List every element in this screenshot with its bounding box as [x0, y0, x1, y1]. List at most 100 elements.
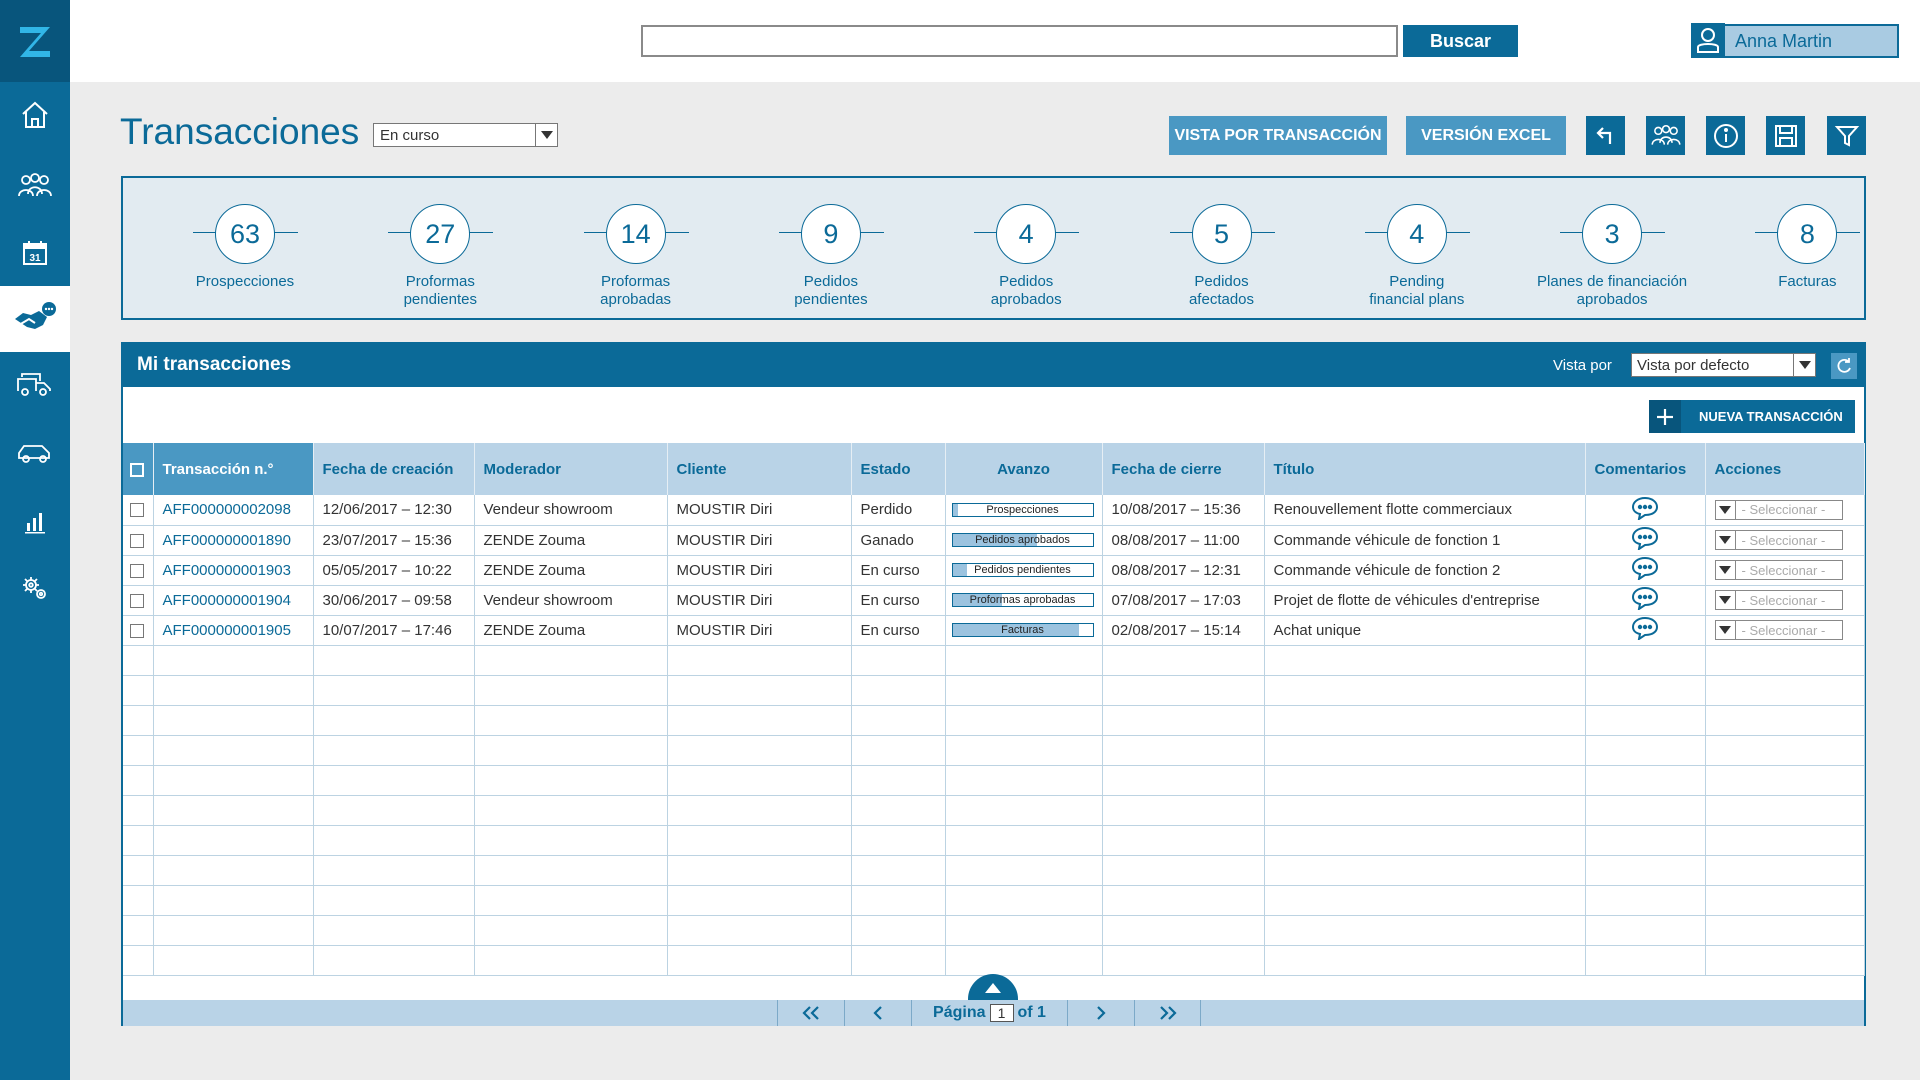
speech-bubble-icon[interactable] — [1631, 556, 1659, 582]
sidebar-item-transactions[interactable] — [0, 286, 70, 352]
column-header[interactable]: Acciones — [1705, 443, 1865, 495]
pipeline-stage[interactable]: 27 Proformas pendientes — [348, 178, 542, 318]
info-button[interactable] — [1706, 116, 1745, 155]
undo-arrow-icon — [1595, 126, 1611, 144]
column-header[interactable]: Avanzo — [945, 443, 1103, 495]
speech-bubble-icon[interactable] — [1631, 616, 1659, 642]
actions-select[interactable]: - Seleccionar - — [1714, 560, 1843, 580]
page-number-input[interactable]: 1 — [989, 1004, 1014, 1022]
row-checkbox[interactable] — [130, 533, 144, 548]
sidebar-item-contacts[interactable] — [0, 153, 70, 219]
comments-cell[interactable] — [1585, 525, 1706, 556]
sidebar-item-reports[interactable] — [0, 488, 70, 554]
column-header[interactable]: Cliente — [667, 443, 852, 495]
row-select-cell[interactable] — [123, 615, 154, 646]
table-row[interactable]: AFF000000001890 23/07/2017 – 15:36 ZENDE Z… — [123, 525, 1865, 556]
handshake-icon — [15, 302, 56, 329]
prev-page-button[interactable] — [844, 1000, 911, 1026]
select-all-cell[interactable] — [123, 443, 154, 495]
pipeline-stage[interactable]: 63 Prospecciones — [153, 178, 347, 318]
row-checkbox[interactable] — [130, 503, 144, 518]
user-menu-button[interactable]: Anna Martin — [1691, 23, 1899, 58]
row-checkbox[interactable] — [130, 593, 144, 608]
view-select[interactable]: Vista por defecto — [1631, 353, 1816, 377]
sidebar-item-home[interactable] — [0, 82, 70, 148]
new-transaction-button[interactable]: NUEVA TRANSACCIÓN — [1649, 400, 1855, 433]
next-page-button[interactable] — [1067, 1000, 1134, 1026]
transaction-id-link[interactable]: AFF000000001904 — [153, 585, 314, 616]
empty-cell — [1585, 675, 1706, 706]
row-select-cell[interactable] — [123, 495, 154, 526]
table-row[interactable]: AFF000000001903 05/05/2017 – 10:22 ZENDE Z… — [123, 555, 1865, 586]
contacts-button[interactable] — [1646, 116, 1685, 155]
excel-version-button[interactable]: VERSIÓN EXCEL — [1406, 116, 1566, 155]
status-filter-select[interactable]: En curso — [373, 123, 558, 147]
transaction-id-link[interactable]: AFF000000002098 — [153, 495, 314, 526]
empty-cell — [313, 675, 475, 706]
table-row[interactable]: AFF000000001904 30/06/2017 – 09:58 Vendeur… — [123, 585, 1865, 616]
select-all-checkbox[interactable] — [130, 462, 144, 477]
comments-cell[interactable] — [1585, 495, 1706, 526]
actions-cell: - Seleccionar - — [1705, 585, 1865, 616]
actions-select[interactable]: - Seleccionar - — [1714, 590, 1843, 610]
comments-cell[interactable] — [1585, 585, 1706, 616]
sidebar-item-fleet[interactable] — [0, 352, 70, 418]
first-page-button[interactable] — [777, 1000, 844, 1026]
actions-select[interactable]: - Seleccionar - — [1714, 530, 1843, 550]
speech-bubble-icon[interactable] — [1631, 586, 1659, 612]
transaction-id-link[interactable]: AFF000000001890 — [153, 525, 314, 556]
comments-cell[interactable] — [1585, 555, 1706, 586]
last-page-button[interactable] — [1134, 1000, 1201, 1026]
sidebar-item-calendar[interactable]: 31 — [0, 220, 70, 286]
row-select-cell[interactable] — [123, 555, 154, 586]
actions-select[interactable]: - Seleccionar - — [1714, 499, 1843, 520]
column-header[interactable]: Transacción n.° — [153, 443, 314, 495]
app-logo[interactable] — [0, 0, 70, 82]
save-button[interactable] — [1766, 116, 1805, 155]
row-select-cell[interactable] — [123, 585, 154, 616]
column-header[interactable]: Fecha de cierre — [1102, 443, 1265, 495]
pipeline-stage[interactable]: 8 Facturas — [1715, 178, 1909, 318]
pipeline-stage[interactable]: 5 Pedidos afectados — [1130, 178, 1324, 318]
client: MOUSTIR Diri — [667, 615, 852, 646]
column-header[interactable]: Estado — [851, 443, 946, 495]
pipeline-stage[interactable]: 4 Pending financial plans — [1325, 178, 1519, 318]
sidebar-item-settings[interactable] — [0, 556, 70, 622]
column-header[interactable]: Comentarios — [1585, 443, 1706, 495]
empty-cell — [1705, 915, 1865, 946]
pipeline-stage[interactable]: 4 Pedidos aprobados — [934, 178, 1128, 318]
row-checkbox[interactable] — [130, 623, 144, 638]
row-checkbox[interactable] — [130, 563, 144, 578]
pipeline-stage[interactable]: 14 Proformas aprobadas — [544, 178, 738, 318]
empty-cell — [1264, 705, 1586, 736]
transaction-id-link[interactable]: AFF000000001905 — [153, 615, 314, 646]
view-by-transaction-button[interactable]: VISTA POR TRANSACCIÓN — [1169, 116, 1387, 155]
empty-cell — [123, 705, 154, 736]
sidebar-item-vehicles[interactable] — [0, 420, 70, 486]
progress-bar: Pedidos pendientes — [951, 563, 1094, 577]
column-header[interactable]: Moderador — [474, 443, 668, 495]
speech-bubble-icon[interactable] — [1631, 496, 1659, 521]
row-select-cell[interactable] — [123, 525, 154, 556]
pipeline-stage[interactable]: 3 Planes de financiación aprobados — [1520, 178, 1714, 318]
progress-label: Prospecciones — [986, 503, 1059, 516]
undo-button[interactable] — [1586, 116, 1625, 155]
column-header[interactable]: Título — [1264, 443, 1586, 495]
search-button[interactable]: Buscar — [1403, 25, 1518, 57]
user-name: Anna Martin — [1735, 30, 1833, 51]
actions-select[interactable]: - Seleccionar - — [1714, 620, 1843, 640]
search-input[interactable] — [641, 25, 1398, 57]
empty-cell — [153, 765, 314, 796]
refresh-button[interactable] — [1831, 353, 1857, 379]
transaction-id-link[interactable]: AFF000000001903 — [153, 555, 314, 586]
empty-cell — [851, 675, 946, 706]
scroll-up-button[interactable] — [968, 974, 1018, 1001]
table-row[interactable]: AFF000000001905 10/07/2017 – 17:46 ZENDE Z… — [123, 615, 1865, 646]
filter-button[interactable] — [1827, 116, 1866, 155]
pipeline-stage[interactable]: 9 Pedidos pendientes — [739, 178, 933, 318]
table-row[interactable]: AFF000000002098 12/06/2017 – 12:30 Vendeur… — [123, 495, 1865, 526]
column-header[interactable]: Fecha de creación — [313, 443, 475, 495]
empty-cell — [1585, 705, 1706, 736]
speech-bubble-icon[interactable] — [1631, 526, 1659, 552]
comments-cell[interactable] — [1585, 615, 1706, 646]
